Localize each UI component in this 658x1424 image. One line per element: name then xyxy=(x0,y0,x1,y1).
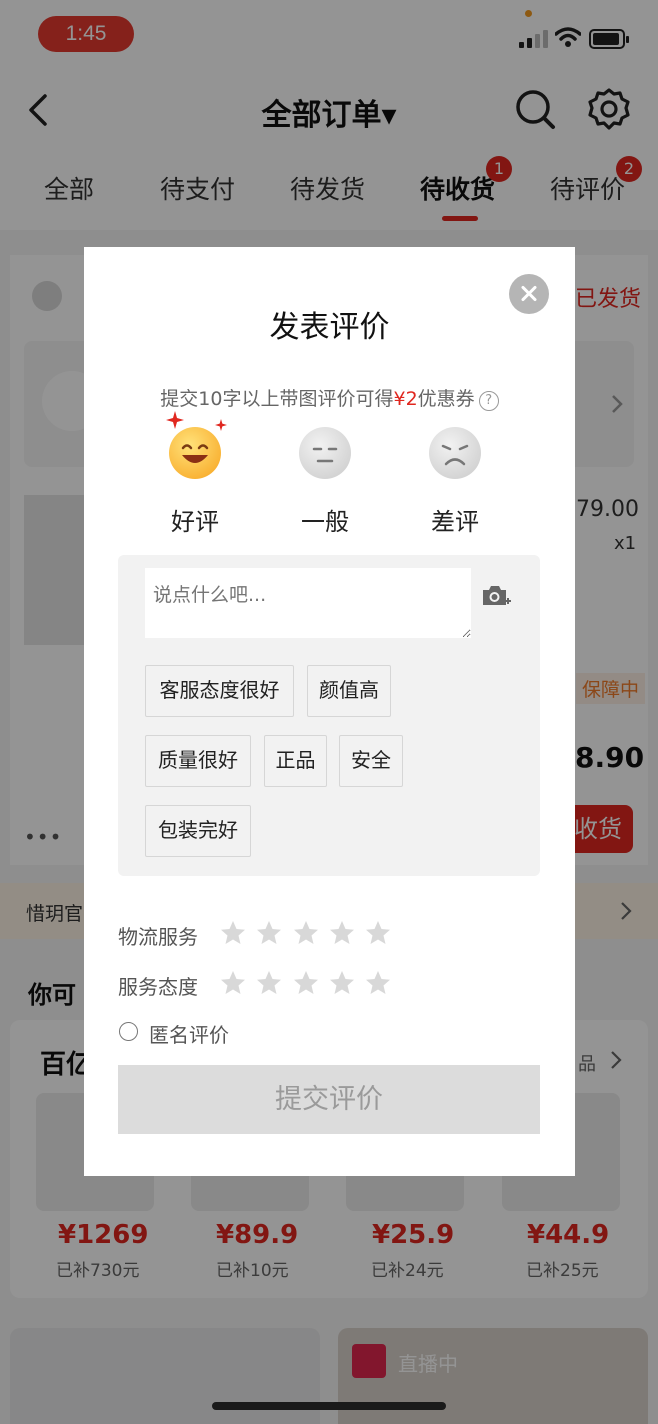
tag-genuine[interactable]: 正品 xyxy=(264,735,327,787)
star-icon[interactable] xyxy=(329,970,355,996)
promo-amount: ¥2 xyxy=(393,388,418,410)
sparkle-icon xyxy=(215,419,227,431)
promo-suffix: 优惠券 xyxy=(417,388,475,410)
star-icon[interactable] xyxy=(220,970,246,996)
rating-bad-label[interactable]: 差评 xyxy=(415,502,495,537)
anonymous-radio[interactable] xyxy=(119,1022,138,1041)
submit-review-button[interactable]: 提交评价 xyxy=(118,1065,540,1134)
star-icon[interactable] xyxy=(220,920,246,946)
sad-face-icon[interactable] xyxy=(429,427,481,479)
star-icon[interactable] xyxy=(256,920,282,946)
logistics-rating-label: 物流服务 xyxy=(118,925,198,949)
good-face-icon[interactable] xyxy=(169,427,221,479)
home-indicator[interactable] xyxy=(212,1402,446,1410)
review-dialog: 发表评价 提交10字以上带图评价可得¥2优惠券? 好评 一般 差评 说点什么吧.… xyxy=(84,247,575,1176)
tag-customer-service[interactable]: 客服态度很好 xyxy=(145,665,294,717)
tag-good-looks[interactable]: 颜值高 xyxy=(307,665,391,717)
tag-good-quality[interactable]: 质量很好 xyxy=(145,735,251,787)
help-icon[interactable]: ? xyxy=(478,391,499,411)
review-textarea[interactable] xyxy=(145,568,471,638)
sparkle-icon xyxy=(166,411,184,429)
star-icon[interactable] xyxy=(293,920,319,946)
tag-safe[interactable]: 安全 xyxy=(339,735,403,787)
star-icon[interactable] xyxy=(365,920,391,946)
star-icon[interactable] xyxy=(329,920,355,946)
tag-good-packaging[interactable]: 包装完好 xyxy=(145,805,251,857)
star-icon[interactable] xyxy=(293,970,319,996)
promo-prefix: 提交10字以上带图评价可得 xyxy=(160,388,394,410)
promo-text: 提交10字以上带图评价可得¥2优惠券? xyxy=(84,384,575,411)
dialog-title: 发表评价 xyxy=(269,310,390,345)
anonymous-label[interactable]: 匿名评价 xyxy=(149,1019,229,1048)
service-rating-label: 服务态度 xyxy=(118,975,198,999)
rating-neutral-label[interactable]: 一般 xyxy=(285,502,365,537)
rating-good-label[interactable]: 好评 xyxy=(155,502,235,537)
star-icon[interactable] xyxy=(365,970,391,996)
star-icon[interactable] xyxy=(256,970,282,996)
camera-icon[interactable] xyxy=(481,583,511,609)
neutral-face-icon[interactable] xyxy=(299,427,351,479)
review-panel: 客服态度很好 颜值高 质量很好 正品 安全 包装完好 xyxy=(118,555,540,876)
